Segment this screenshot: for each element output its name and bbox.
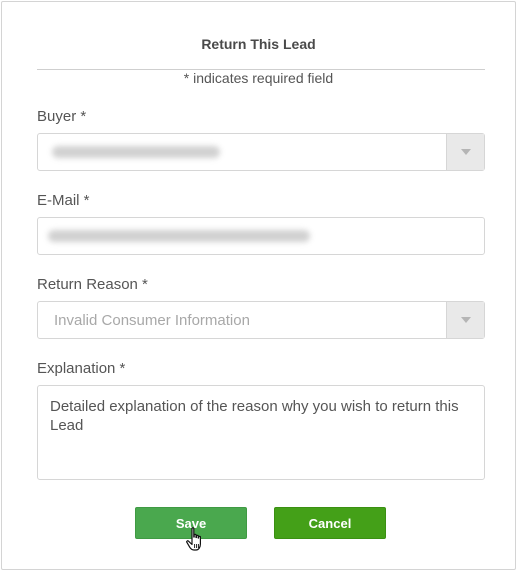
email-label: E-Mail *: [37, 192, 90, 209]
buyer-select[interactable]: [37, 133, 485, 171]
chevron-down-icon: [460, 149, 471, 155]
return-lead-dialog: Return This Lead * indicates required fi…: [1, 1, 516, 570]
email-field[interactable]: [37, 217, 485, 255]
return-reason-label: Return Reason *: [37, 276, 148, 293]
return-reason-select[interactable]: Invalid Consumer Information: [37, 301, 485, 339]
dialog-title: Return This Lead: [201, 36, 316, 52]
buyer-redacted-value: [52, 146, 220, 158]
required-field-note: * indicates required field: [183, 70, 334, 86]
explanation-placeholder: Detailed explanation of the reason why y…: [50, 398, 459, 434]
cancel-button[interactable]: Cancel: [274, 507, 386, 539]
email-redacted-value: [48, 230, 310, 242]
buyer-dropdown-toggle[interactable]: [446, 134, 484, 170]
buyer-label: Buyer *: [37, 108, 87, 125]
explanation-textarea[interactable]: Detailed explanation of the reason why y…: [37, 385, 485, 480]
return-reason-dropdown-toggle[interactable]: [446, 302, 484, 338]
explanation-label: Explanation *: [37, 360, 126, 377]
hand-pointer-icon: [186, 527, 201, 551]
return-reason-placeholder: Invalid Consumer Information: [54, 312, 250, 329]
chevron-down-icon: [460, 317, 471, 323]
